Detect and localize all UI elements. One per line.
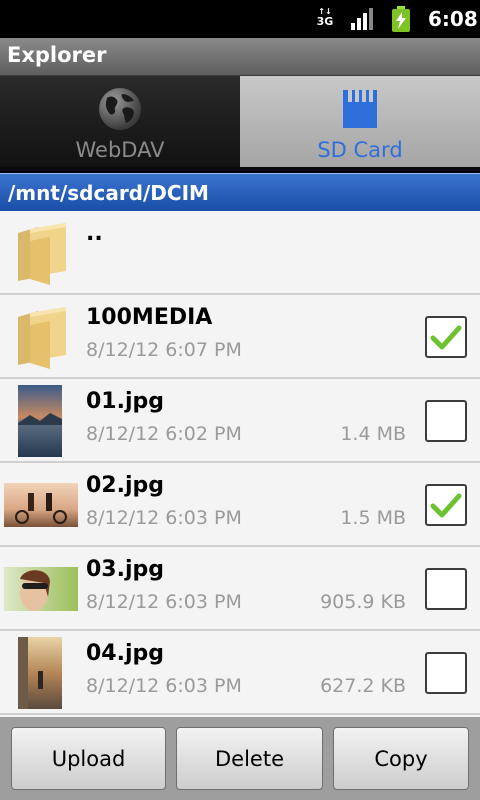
sd-card-icon — [343, 90, 377, 128]
image-thumbnail — [4, 567, 78, 611]
upload-button[interactable]: Upload — [11, 727, 166, 790]
file-name: 02.jpg — [86, 473, 165, 498]
file-size: 905.9 KB — [320, 591, 406, 613]
image-thumbnail — [18, 385, 62, 457]
image-thumbnail — [4, 483, 78, 527]
file-size: 1.5 MB — [340, 507, 406, 529]
file-date: 8/12/12 6:03 PM — [86, 591, 242, 613]
file-name: 100MEDIA — [86, 305, 213, 330]
current-path-bar: /mnt/sdcard/DCIM — [0, 173, 480, 211]
tab-bar: WebDAV SD Card — [0, 76, 480, 171]
file-date: 8/12/12 6:07 PM — [86, 339, 242, 361]
select-checkbox[interactable] — [425, 484, 467, 526]
tab-webdav[interactable]: WebDAV — [0, 76, 240, 171]
checkmark-icon — [430, 493, 462, 518]
file-name: 03.jpg — [86, 557, 165, 582]
list-item-04-jpg[interactable]: 04.jpg 8/12/12 6:03 PM 627.2 KB — [0, 631, 480, 715]
file-name: 04.jpg — [86, 641, 165, 666]
tab-sd-card-label: SD Card — [317, 138, 403, 162]
folder-icon — [18, 223, 66, 285]
clock: 6:08 — [428, 7, 478, 31]
file-name: 01.jpg — [86, 389, 165, 414]
globe-icon — [99, 88, 141, 130]
select-checkbox[interactable] — [425, 400, 467, 442]
checkmark-icon — [430, 325, 462, 350]
app-title-bar: Explorer — [0, 38, 480, 76]
tab-webdav-label: WebDAV — [75, 138, 165, 162]
delete-button[interactable]: Delete — [176, 727, 323, 790]
folder-icon — [18, 307, 66, 369]
file-date: 8/12/12 6:03 PM — [86, 675, 242, 697]
select-checkbox[interactable] — [425, 568, 467, 610]
tab-sd-card[interactable]: SD Card — [240, 76, 480, 171]
file-date: 8/12/12 6:02 PM — [86, 423, 242, 445]
list-item-02-jpg[interactable]: 02.jpg 8/12/12 6:03 PM 1.5 MB — [0, 463, 480, 547]
file-name: .. — [86, 221, 103, 246]
list-item-100media[interactable]: 100MEDIA 8/12/12 6:07 PM — [0, 295, 480, 379]
file-size: 1.4 MB — [340, 423, 406, 445]
list-item-parent-folder[interactable]: .. — [0, 211, 480, 295]
list-item-03-jpg[interactable]: 03.jpg 8/12/12 6:03 PM 905.9 KB — [0, 547, 480, 631]
battery-charging-icon — [392, 6, 410, 32]
status-bar: ↑↓ 3G 6:08 — [0, 0, 480, 38]
signal-bars-icon — [351, 8, 373, 30]
image-thumbnail — [18, 637, 62, 709]
action-bar: Upload Delete Copy — [0, 717, 480, 800]
select-checkbox[interactable] — [425, 652, 467, 694]
file-list[interactable]: .. 100MEDIA 8/12/12 6:07 PM 01.jpg 8/12/… — [0, 211, 480, 717]
copy-button[interactable]: Copy — [333, 727, 469, 790]
file-size: 627.2 KB — [320, 675, 406, 697]
list-item-01-jpg[interactable]: 01.jpg 8/12/12 6:02 PM 1.4 MB — [0, 379, 480, 463]
3g-signal-icon: ↑↓ 3G — [316, 7, 334, 28]
select-checkbox[interactable] — [425, 316, 467, 358]
current-path: /mnt/sdcard/DCIM — [8, 181, 209, 205]
file-date: 8/12/12 6:03 PM — [86, 507, 242, 529]
app-title: Explorer — [7, 43, 107, 67]
